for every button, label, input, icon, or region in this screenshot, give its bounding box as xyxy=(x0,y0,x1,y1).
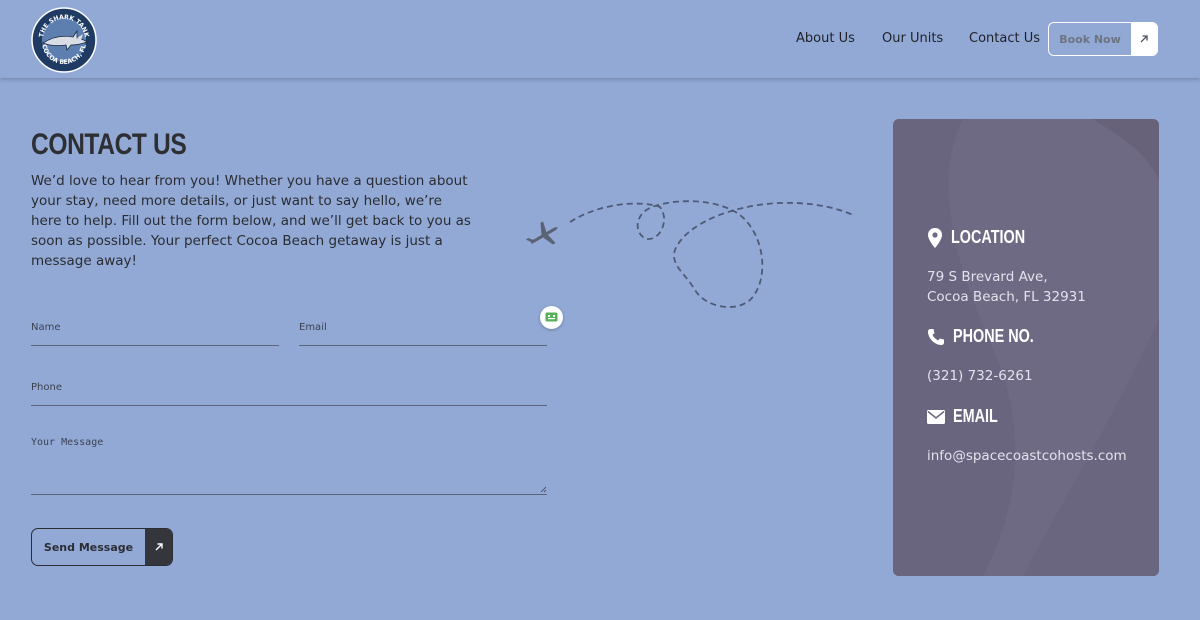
contact-info-card: LOCATION 79 S Brevard Ave, Cocoa Beach, … xyxy=(893,119,1159,576)
location-heading: LOCATION xyxy=(927,227,1044,248)
book-now-button[interactable]: Book Now xyxy=(1048,22,1158,56)
send-message-label: Send Message xyxy=(43,540,134,554)
address: 79 S Brevard Ave, Cocoa Beach, FL 32931 xyxy=(927,267,1086,307)
location-heading-text: LOCATION xyxy=(951,227,1026,247)
location-pin-icon xyxy=(928,227,942,248)
envelope-icon xyxy=(927,409,945,424)
site-header: THE SHARK TANK COCOA BEACH, FL About Us … xyxy=(0,0,1200,78)
phone-number[interactable]: (321) 732-6261 xyxy=(927,366,1033,386)
nav-contact-us[interactable]: Contact Us xyxy=(969,31,1040,46)
address-line-1: 79 S Brevard Ave, xyxy=(927,269,1048,285)
phone-icon xyxy=(928,328,944,345)
nav-our-units[interactable]: Our Units xyxy=(882,31,943,46)
phone-heading-text: PHONE NO. xyxy=(953,326,1034,346)
send-message-button[interactable]: Send Message xyxy=(31,528,173,566)
email-field[interactable]: Email xyxy=(299,322,547,346)
card-wave-background xyxy=(893,119,1159,576)
address-line-2: Cocoa Beach, FL 32931 xyxy=(927,289,1086,305)
shark-tank-logo[interactable]: THE SHARK TANK COCOA BEACH, FL xyxy=(31,7,97,73)
email-address[interactable]: info@spacecoastcohosts.com xyxy=(927,446,1127,466)
name-placeholder: Name xyxy=(31,322,61,333)
phone-placeholder: Phone xyxy=(31,382,62,393)
message-placeholder: Your Message xyxy=(31,437,104,448)
email-heading-text: EMAIL xyxy=(953,406,998,426)
airplane-icon xyxy=(525,200,854,308)
resize-handle-icon[interactable] xyxy=(540,486,547,493)
nav-about-us[interactable]: About Us xyxy=(796,31,855,46)
email-heading: EMAIL xyxy=(927,406,1009,427)
name-field[interactable]: Name xyxy=(31,322,279,346)
page-title: CONTACT US xyxy=(31,128,187,161)
book-now-label: Book Now xyxy=(1049,23,1131,55)
arrow-up-right-icon xyxy=(145,529,172,565)
phone-field[interactable]: Phone xyxy=(31,382,547,406)
phone-heading: PHONE NO. xyxy=(927,326,1054,347)
message-textarea[interactable]: Your Message xyxy=(31,437,547,495)
contact-intro: We’d love to hear from you! Whether you … xyxy=(31,173,471,269)
chat-icon[interactable] xyxy=(540,306,563,329)
arrow-up-right-icon xyxy=(1131,23,1157,55)
email-placeholder: Email xyxy=(299,322,327,333)
